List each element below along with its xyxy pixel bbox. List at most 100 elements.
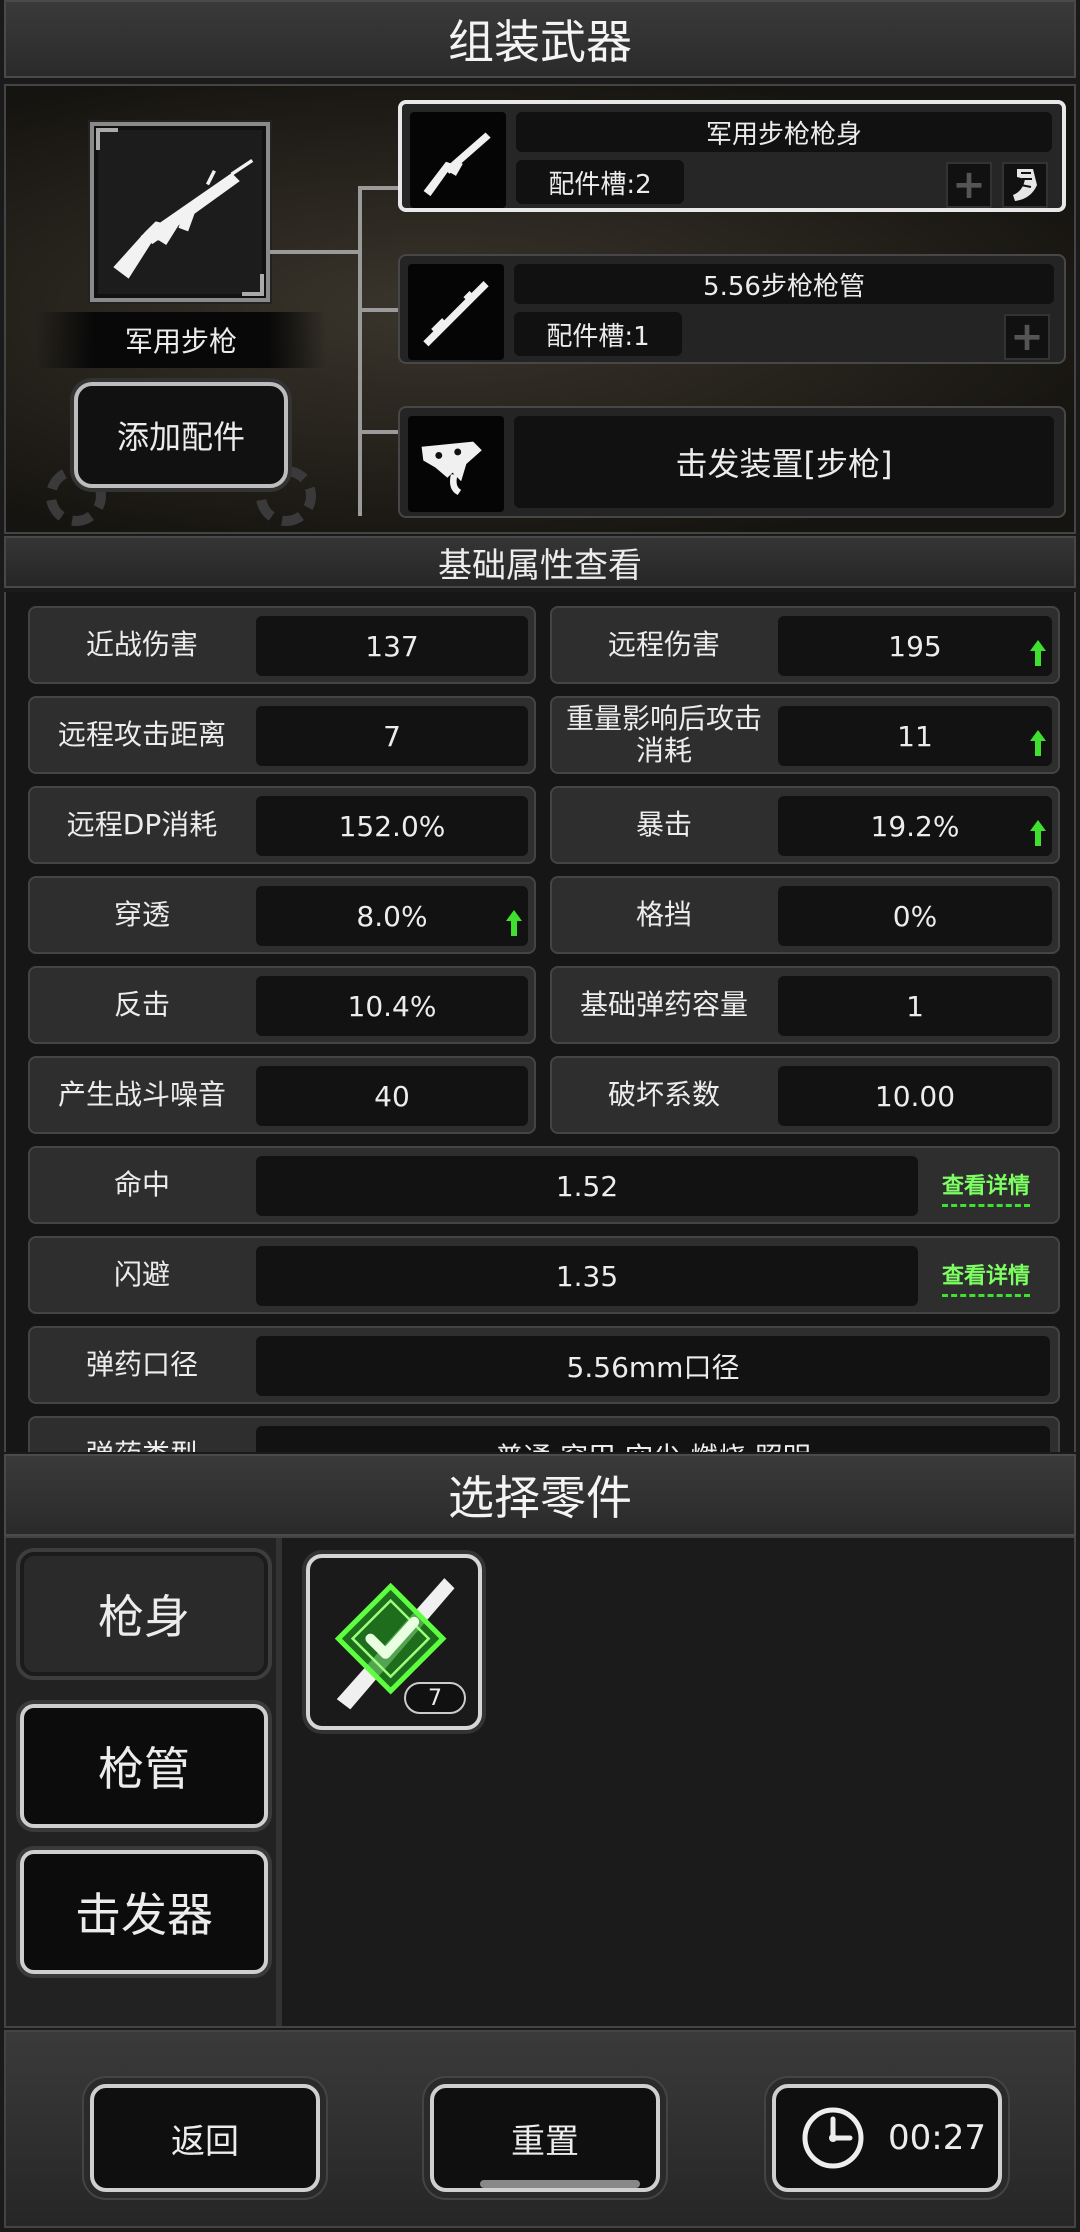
stat-label: 反击 <box>113 987 170 1021</box>
rifle-receiver-icon <box>410 112 506 208</box>
stat-row: 远程伤害 195 <box>550 606 1060 684</box>
magazine-slot-button[interactable] <box>1002 162 1048 208</box>
view-details-link[interactable]: 查看详情 <box>942 1168 1031 1207</box>
stats-section-title: 基础属性查看 <box>4 536 1076 588</box>
stat-row-wide: 闪避 1.35 查看详情 <box>28 1236 1060 1314</box>
stat-value: 10.4% <box>256 976 528 1036</box>
clock-icon <box>802 2107 864 2169</box>
add-attachment-button[interactable]: + <box>1004 314 1050 360</box>
plus-icon: + <box>952 162 986 208</box>
stat-label: 弹药口径 <box>85 1347 198 1381</box>
stat-row-wide: 弹药口径 5.56mm口径 <box>28 1326 1060 1404</box>
slot-count: 配件槽:2 <box>516 160 684 204</box>
part-name: 击发装置[步枪] <box>514 416 1054 508</box>
stat-row: 穿透 8.0% <box>28 876 536 954</box>
part-slot-receiver[interactable]: 军用步枪枪身 配件槽:2 + <box>398 100 1066 212</box>
part-select-title: 选择零件 <box>448 1471 632 1525</box>
weapon-preview <box>90 122 270 302</box>
view-details-link[interactable]: 查看详情 <box>942 1258 1031 1297</box>
stat-label: 命中 <box>113 1167 170 1201</box>
item-count-badge: 7 <box>404 1682 466 1714</box>
stat-label: 远程伤害 <box>607 627 720 661</box>
stat-row: 远程攻击距离 7 <box>28 696 536 774</box>
tree-connector <box>358 430 400 434</box>
add-attachment-button[interactable]: + <box>946 162 992 208</box>
stat-label: 穿透 <box>113 897 170 931</box>
stat-label: 闪避 <box>113 1257 170 1291</box>
stat-value: 1 <box>778 976 1052 1036</box>
stat-label: 基础弹药容量 <box>579 987 748 1021</box>
stat-value: 0% <box>778 886 1052 946</box>
stat-label: 重量影响后攻击消耗 <box>565 701 762 767</box>
stat-increase-arrow-icon <box>1030 730 1046 756</box>
tree-connector <box>358 308 400 312</box>
stat-label: 暴击 <box>635 807 692 841</box>
stat-row: 产生战斗噪音 40 <box>28 1056 536 1134</box>
stat-row: 远程DP消耗 152.0% <box>28 786 536 864</box>
stat-value: 8.0% <box>256 886 528 946</box>
stat-value: 11 <box>778 706 1052 766</box>
stat-value: 19.2% <box>778 796 1052 856</box>
stat-value: 10.00 <box>778 1066 1052 1126</box>
part-item-card[interactable]: 7 <box>306 1554 482 1730</box>
part-slot-trigger[interactable]: 击发装置[步枪] <box>398 406 1066 518</box>
timer-text: 00:27 <box>888 2118 986 2158</box>
stat-increase-arrow-icon <box>1030 820 1046 846</box>
part-select-title-bar: 选择零件 <box>4 1454 1076 1536</box>
stat-value: 5.56mm口径 <box>256 1336 1050 1396</box>
bottom-bar: 返回 重置 00:27 <box>4 2030 1076 2228</box>
stat-value: 1.52 <box>256 1156 918 1216</box>
stat-label: 格挡 <box>635 897 692 931</box>
magazine-icon <box>1013 169 1037 201</box>
stat-row-wide: 命中 1.52 查看详情 <box>28 1146 1060 1224</box>
stat-value: 40 <box>256 1066 528 1126</box>
reset-button[interactable]: 重置 <box>430 2084 660 2192</box>
stat-label: 产生战斗噪音 <box>57 1077 226 1111</box>
part-slot-barrel[interactable]: 5.56步枪枪管 配件槽:1 + <box>398 254 1066 364</box>
category-list: 枪身 枪管 击发器 <box>6 1538 282 2026</box>
category-tab-body[interactable]: 枪身 <box>20 1552 268 1676</box>
stat-label: 远程攻击距离 <box>57 717 226 751</box>
part-name: 军用步枪枪身 <box>516 112 1052 152</box>
rifle-barrel-icon <box>408 264 504 360</box>
stat-row: 暴击 19.2% <box>550 786 1060 864</box>
assembly-panel: 军用步枪 添加配件 军用步枪枪身 配件槽:2 + 5.56步枪枪管 配件槽:1 … <box>4 84 1076 534</box>
stats-panel[interactable]: 近战伤害 137 远程伤害 195 远程攻击距离 7 重量影响后攻击消耗 11 远程DP消耗 15… <box>4 592 1076 1452</box>
part-name: 5.56步枪枪管 <box>514 264 1054 304</box>
stat-label: 破坏系数 <box>607 1077 720 1111</box>
page-title: 组装武器 <box>448 15 632 69</box>
add-part-button[interactable]: 添加配件 <box>74 382 288 488</box>
slot-count: 配件槽:1 <box>514 312 682 356</box>
tree-connector <box>270 250 362 254</box>
stat-row: 近战伤害 137 <box>28 606 536 684</box>
page-title-bar: 组装武器 <box>4 0 1076 78</box>
tree-connector <box>358 186 362 516</box>
assault-rifle-icon <box>113 158 254 279</box>
category-tab-trigger[interactable]: 击发器 <box>20 1850 268 1974</box>
tree-connector <box>358 186 400 190</box>
stat-row: 格挡 0% <box>550 876 1060 954</box>
part-select-panel: 枪身 枪管 击发器 7 <box>4 1536 1076 2028</box>
stat-value: 普通,穿甲,空尖,燃烧,照明 <box>256 1426 1050 1452</box>
stat-increase-arrow-icon <box>1030 640 1046 666</box>
stat-row-wide: 弹药类型普通,穿甲,空尖,燃烧,照明 <box>28 1416 1060 1452</box>
plus-icon: + <box>1010 314 1044 360</box>
stat-value: 195 <box>778 616 1052 676</box>
back-button[interactable]: 返回 <box>90 2084 320 2192</box>
category-tab-barrel[interactable]: 枪管 <box>20 1704 268 1828</box>
timer-button[interactable]: 00:27 <box>772 2084 1002 2192</box>
stat-label: 近战伤害 <box>85 627 198 661</box>
stat-row: 重量影响后攻击消耗 11 <box>550 696 1060 774</box>
stat-row: 反击 10.4% <box>28 966 536 1044</box>
stat-label: 远程DP消耗 <box>66 807 218 841</box>
stat-value: 137 <box>256 616 528 676</box>
stat-label: 弹药类型 <box>30 1418 254 1452</box>
weapon-name: 军用步枪 <box>36 312 326 368</box>
stat-increase-arrow-icon <box>506 910 522 936</box>
stat-value: 152.0% <box>256 796 528 856</box>
stat-row: 基础弹药容量 1 <box>550 966 1060 1044</box>
stat-value: 7 <box>256 706 528 766</box>
trigger-mechanism-icon <box>408 416 504 512</box>
stat-value: 1.35 <box>256 1246 918 1306</box>
home-indicator <box>480 2180 640 2188</box>
